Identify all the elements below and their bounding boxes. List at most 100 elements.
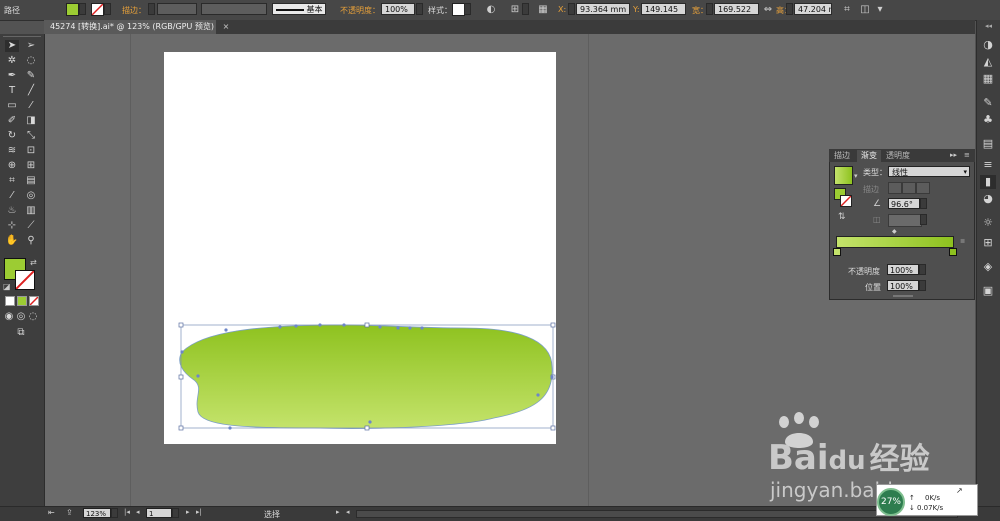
slice-tool-icon[interactable]: ⟋ bbox=[24, 220, 38, 232]
delete-stop-icon[interactable]: ▪ bbox=[960, 236, 965, 245]
previous-artboard-icon[interactable]: ◂ bbox=[136, 508, 140, 516]
align-panel-icon[interactable]: ⊞ bbox=[980, 236, 996, 250]
column-graph-tool-icon[interactable]: ▥ bbox=[24, 205, 38, 217]
layers-panel-icon[interactable]: ◈ bbox=[980, 260, 996, 274]
reverse-gradient-icon[interactable]: ⇅ bbox=[838, 212, 846, 222]
artboards-panel-icon[interactable]: ▣ bbox=[980, 284, 996, 298]
direct-selection-tool-icon[interactable]: ➢ bbox=[24, 40, 38, 52]
eraser-tool-icon[interactable]: ◨ bbox=[24, 115, 38, 127]
stop-location-dropdown[interactable] bbox=[919, 280, 926, 291]
document-tab[interactable]: 45274 [转换].ai* @ 123% (RGB/GPU 预览) × bbox=[44, 20, 229, 34]
fill-dropdown[interactable] bbox=[79, 3, 86, 15]
gradient-slider[interactable] bbox=[836, 236, 954, 248]
width-tool-icon[interactable]: ≋ bbox=[5, 145, 19, 157]
tab-transparency[interactable]: 透明度 bbox=[886, 150, 910, 162]
color-mode-icon[interactable] bbox=[5, 296, 15, 306]
symbol-sprayer-tool-icon[interactable]: ♨ bbox=[5, 205, 19, 217]
width-spinner[interactable] bbox=[706, 3, 713, 15]
lasso-tool-icon[interactable]: ◌ bbox=[24, 55, 38, 67]
variable-width-profile[interactable] bbox=[201, 3, 267, 15]
gradient-preview-swatch[interactable] bbox=[834, 166, 853, 185]
stroke-weight-field[interactable] bbox=[157, 3, 197, 15]
artboard-tool-icon[interactable]: ⊹ bbox=[5, 220, 19, 232]
stroke-swatch[interactable] bbox=[91, 3, 104, 16]
panel-menu-icon[interactable]: ▾ bbox=[874, 3, 886, 17]
shape-builder-tool-icon[interactable]: ⊕ bbox=[5, 160, 19, 172]
selection-tool-icon[interactable]: ➤ bbox=[5, 40, 19, 52]
constrain-proportions-icon[interactable]: ⇔ bbox=[762, 3, 774, 17]
recolor-artwork-icon[interactable]: ◐ bbox=[484, 3, 498, 17]
green-blob-shape[interactable] bbox=[179, 324, 553, 429]
transparency-panel-icon[interactable]: ◕ bbox=[980, 192, 996, 206]
gradient-mode-icon[interactable] bbox=[17, 296, 27, 306]
first-artboard-icon[interactable]: |◂ bbox=[124, 508, 130, 516]
gradient-tool-icon[interactable]: ▤ bbox=[24, 175, 38, 187]
color-panel-icon[interactable]: ◑ bbox=[980, 38, 996, 52]
next-artboard-icon[interactable]: ▸ bbox=[186, 508, 190, 516]
gradient-stop-end[interactable] bbox=[949, 248, 957, 256]
tab-stroke[interactable]: 描边 bbox=[834, 150, 850, 162]
width-field[interactable]: 169.522 bbox=[714, 3, 759, 15]
blend-tool-icon[interactable]: ◎ bbox=[24, 190, 38, 202]
transform-icon[interactable]: ⌗ bbox=[840, 3, 854, 17]
stroke-dropdown[interactable] bbox=[104, 3, 111, 15]
share-icon[interactable]: ⇪ bbox=[66, 508, 73, 517]
perspective-grid-tool-icon[interactable]: ⊞ bbox=[24, 160, 38, 172]
swap-fill-stroke-icon[interactable]: ⇄ bbox=[30, 258, 37, 267]
eyedropper-tool-icon[interactable]: ⁄ bbox=[5, 190, 19, 202]
line-tool-icon[interactable]: ╱ bbox=[24, 85, 38, 97]
stroke-weight-spinner[interactable] bbox=[148, 3, 155, 15]
angle-field[interactable]: 96.6° bbox=[888, 198, 920, 209]
panel-collapse-icon[interactable]: ▸▸ bbox=[950, 151, 957, 159]
paintbrush-tool-icon[interactable]: ⁄ bbox=[24, 100, 38, 112]
draw-normal-icon[interactable]: ◉ bbox=[4, 311, 14, 323]
type-tool-icon[interactable]: T bbox=[5, 85, 19, 97]
appearance-panel-icon[interactable]: ☼ bbox=[980, 216, 996, 230]
mesh-tool-icon[interactable]: ⌗ bbox=[5, 175, 19, 187]
rectangle-tool-icon[interactable]: ▭ bbox=[5, 100, 19, 112]
scale-tool-icon[interactable]: ⤡ bbox=[24, 130, 38, 142]
artboard-navigator-icon[interactable]: ⇤ bbox=[48, 508, 55, 517]
x-field[interactable]: 93.364 mm bbox=[576, 3, 630, 15]
tab-gradient[interactable]: 渐变 bbox=[857, 150, 881, 162]
status-menu-icon[interactable]: ▸ bbox=[336, 508, 340, 516]
fill-swatch[interactable] bbox=[66, 3, 79, 16]
stroke-mini-swatch[interactable] bbox=[840, 195, 852, 207]
y-field[interactable]: 149.145 bbox=[641, 3, 686, 15]
brushes-panel-icon[interactable]: ✎ bbox=[980, 96, 996, 110]
screen-mode-icon[interactable]: ⧉ bbox=[14, 327, 28, 339]
opacity-field[interactable]: 100% bbox=[381, 3, 415, 15]
stop-opacity-dropdown[interactable] bbox=[919, 264, 926, 275]
stroke-color-swatch[interactable] bbox=[15, 270, 35, 290]
graphic-styles-icon[interactable]: ▤ bbox=[980, 137, 996, 151]
stop-opacity-field[interactable]: 100% bbox=[887, 264, 919, 275]
midpoint-diamond-icon[interactable]: ◆ bbox=[892, 228, 897, 235]
gradient-type-select[interactable]: 线性 ▾ bbox=[888, 166, 970, 177]
none-mode-icon[interactable] bbox=[29, 296, 39, 306]
height-spinner[interactable] bbox=[786, 3, 793, 15]
draw-inside-icon[interactable]: ◌ bbox=[28, 311, 38, 323]
zoom-dropdown[interactable] bbox=[111, 508, 118, 518]
panel-resize-grip[interactable] bbox=[893, 295, 913, 297]
draw-behind-icon[interactable]: ◎ bbox=[16, 311, 26, 323]
zoom-tool-icon[interactable]: ⚲ bbox=[24, 235, 38, 247]
color-guide-icon[interactable]: ◭ bbox=[980, 55, 996, 69]
close-tab-icon[interactable]: × bbox=[223, 22, 230, 31]
stroke-across-icon[interactable] bbox=[916, 182, 930, 194]
artboard-number-field[interactable]: 1 bbox=[146, 508, 172, 518]
reference-point-icon[interactable]: ▦ bbox=[536, 3, 550, 17]
stop-location-field[interactable]: 100% bbox=[887, 280, 919, 291]
last-artboard-icon[interactable]: ▸| bbox=[196, 508, 202, 516]
opacity-dropdown[interactable] bbox=[416, 3, 423, 15]
stroke-along-icon[interactable] bbox=[902, 182, 916, 194]
brush-definition-dropdown[interactable]: 基本 bbox=[272, 3, 326, 15]
hand-tool-icon[interactable]: ✋ bbox=[5, 235, 19, 247]
angle-dropdown[interactable] bbox=[920, 198, 927, 209]
pen-tool-icon[interactable]: ✒ bbox=[5, 70, 19, 82]
free-transform-tool-icon[interactable]: ⊡ bbox=[24, 145, 38, 157]
height-field[interactable]: 47.204 mm bbox=[794, 3, 832, 15]
panel-menu-icon[interactable]: ≡ bbox=[964, 151, 970, 159]
curvature-tool-icon[interactable]: ✎ bbox=[24, 70, 38, 82]
artboard-dropdown[interactable] bbox=[172, 508, 179, 518]
scroll-left-icon[interactable]: ◂ bbox=[346, 508, 350, 516]
